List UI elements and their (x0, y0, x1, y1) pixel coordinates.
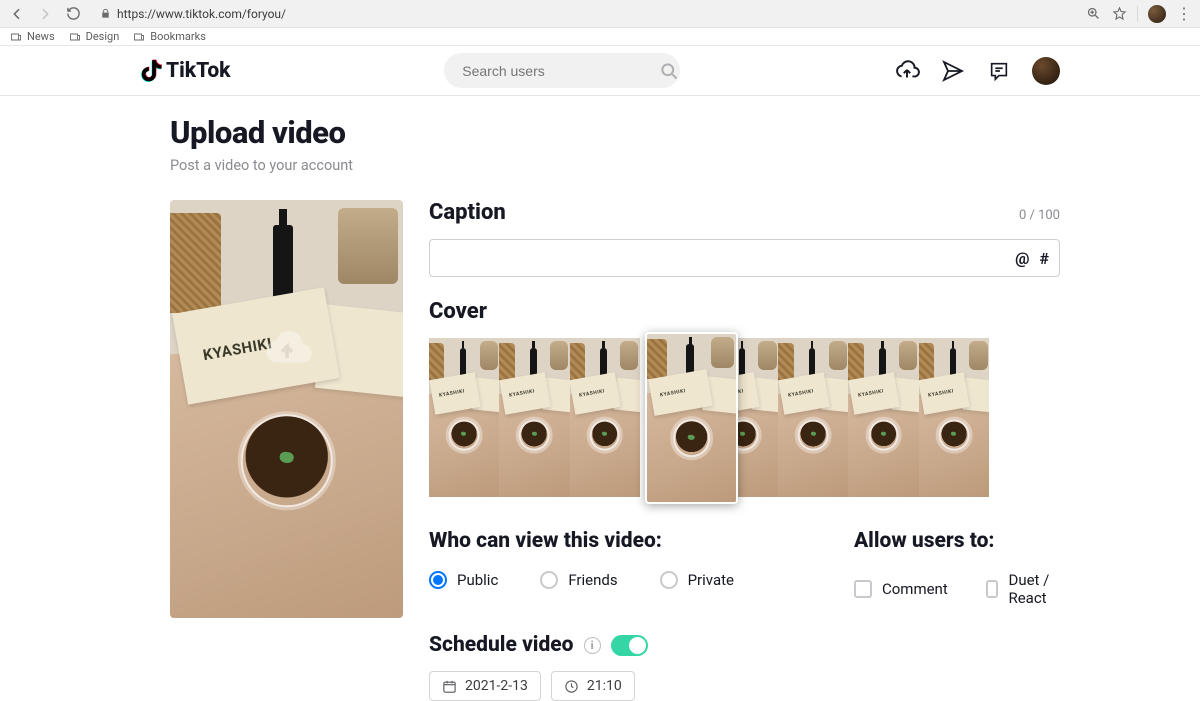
radio-indicator (540, 571, 558, 589)
checkbox-comment[interactable]: Comment (854, 571, 948, 607)
schedule-time-text: 21:10 (587, 678, 622, 694)
calendar-icon (442, 679, 457, 694)
search-input[interactable] (462, 63, 643, 79)
schedule-heading: Schedule video (429, 633, 574, 657)
clock-icon (564, 679, 579, 694)
kebab-menu-icon[interactable]: ⋮ (1176, 6, 1192, 22)
brand-text: TikTok (166, 59, 231, 83)
hashtag-button[interactable]: # (1040, 249, 1049, 268)
site-header: TikTok (0, 46, 1200, 96)
bookmarks-bar: News Design Bookmarks (0, 28, 1200, 46)
schedule-date-picker[interactable]: 2021-2-13 (429, 671, 541, 701)
checkbox-label: Comment (882, 580, 948, 598)
upload-overlay-icon (250, 322, 324, 376)
radio-public[interactable]: Public (429, 571, 498, 589)
cover-thumb[interactable]: KYASHIKI (919, 338, 989, 497)
upload-icon[interactable] (894, 58, 920, 84)
cover-thumb-selected[interactable]: KYASHIKI (645, 332, 738, 504)
send-icon[interactable] (940, 58, 966, 84)
cover-thumb[interactable]: KYASHIKI (778, 338, 848, 497)
inbox-icon[interactable] (986, 58, 1012, 84)
cover-thumb[interactable]: KYASHIKI (570, 338, 640, 497)
radio-indicator (660, 571, 678, 589)
visibility-heading: Who can view this video: (429, 529, 734, 553)
divider (1137, 6, 1138, 22)
video-preview[interactable]: KYASHIKI (170, 200, 403, 618)
checkbox-label: Duet / React (1008, 571, 1060, 607)
checkbox-box (986, 580, 999, 598)
radio-friends[interactable]: Friends (540, 571, 617, 589)
checkbox-duet[interactable]: Duet / React (986, 571, 1060, 607)
zoom-icon[interactable] (1085, 6, 1101, 22)
cover-thumb[interactable]: KYASHIKI (848, 338, 918, 497)
radio-indicator (429, 571, 447, 589)
back-button[interactable] (8, 5, 26, 23)
schedule-time-picker[interactable]: 21:10 (551, 671, 635, 701)
browser-toolbar: https://www.tiktok.com/foryou/ ⋮ (0, 0, 1200, 28)
search-icon[interactable] (659, 61, 679, 81)
caption-field-wrap: @ # (429, 239, 1060, 277)
profile-avatar[interactable] (1032, 57, 1060, 85)
bookmark-design[interactable]: Design (69, 30, 120, 43)
info-icon[interactable]: i (584, 637, 601, 654)
url-text: https://www.tiktok.com/foryou/ (117, 7, 286, 21)
schedule-toggle[interactable] (611, 635, 648, 656)
radio-label: Public (457, 571, 498, 589)
address-bar[interactable]: https://www.tiktok.com/foryou/ (92, 0, 1075, 27)
bookmark-news[interactable]: News (10, 30, 55, 43)
search-box[interactable] (444, 53, 680, 88)
page-subtitle: Post a video to your account (170, 157, 1060, 174)
caption-input[interactable] (440, 250, 1005, 266)
page-title: Upload video (170, 114, 1060, 151)
site-logo[interactable]: TikTok (140, 59, 231, 83)
bookmark-label: News (27, 30, 55, 43)
allow-heading: Allow users to: (854, 529, 1060, 553)
cover-thumb[interactable]: KYASHIKI (499, 338, 569, 497)
schedule-date-text: 2021-2-13 (465, 678, 528, 694)
forward-button[interactable] (36, 5, 54, 23)
cover-thumb[interactable]: KYASHIKI (429, 338, 499, 497)
tiktok-logo-icon (140, 59, 162, 83)
radio-label: Friends (568, 571, 617, 589)
radio-private[interactable]: Private (660, 571, 734, 589)
bookmark-label: Bookmarks (150, 30, 206, 43)
star-icon[interactable] (1111, 6, 1127, 22)
preview-thumbnail: KYASHIKI (170, 200, 403, 618)
profile-avatar-browser[interactable] (1148, 5, 1166, 23)
mention-button[interactable]: @ (1015, 249, 1029, 268)
caption-heading: Caption (429, 200, 506, 225)
checkbox-box (854, 580, 872, 598)
lock-icon (100, 8, 111, 19)
bookmark-label: Design (86, 30, 120, 43)
radio-label: Private (688, 571, 734, 589)
reload-button[interactable] (64, 5, 82, 23)
cover-heading: Cover (429, 299, 1060, 324)
bookmark-bookmarks[interactable]: Bookmarks (133, 30, 206, 43)
cover-thumbnail-strip[interactable]: KYASHIKI KYASHIKI KYASHIKI KYASHIKI KYAS… (429, 338, 989, 507)
caption-counter: 0 / 100 (1019, 208, 1060, 223)
